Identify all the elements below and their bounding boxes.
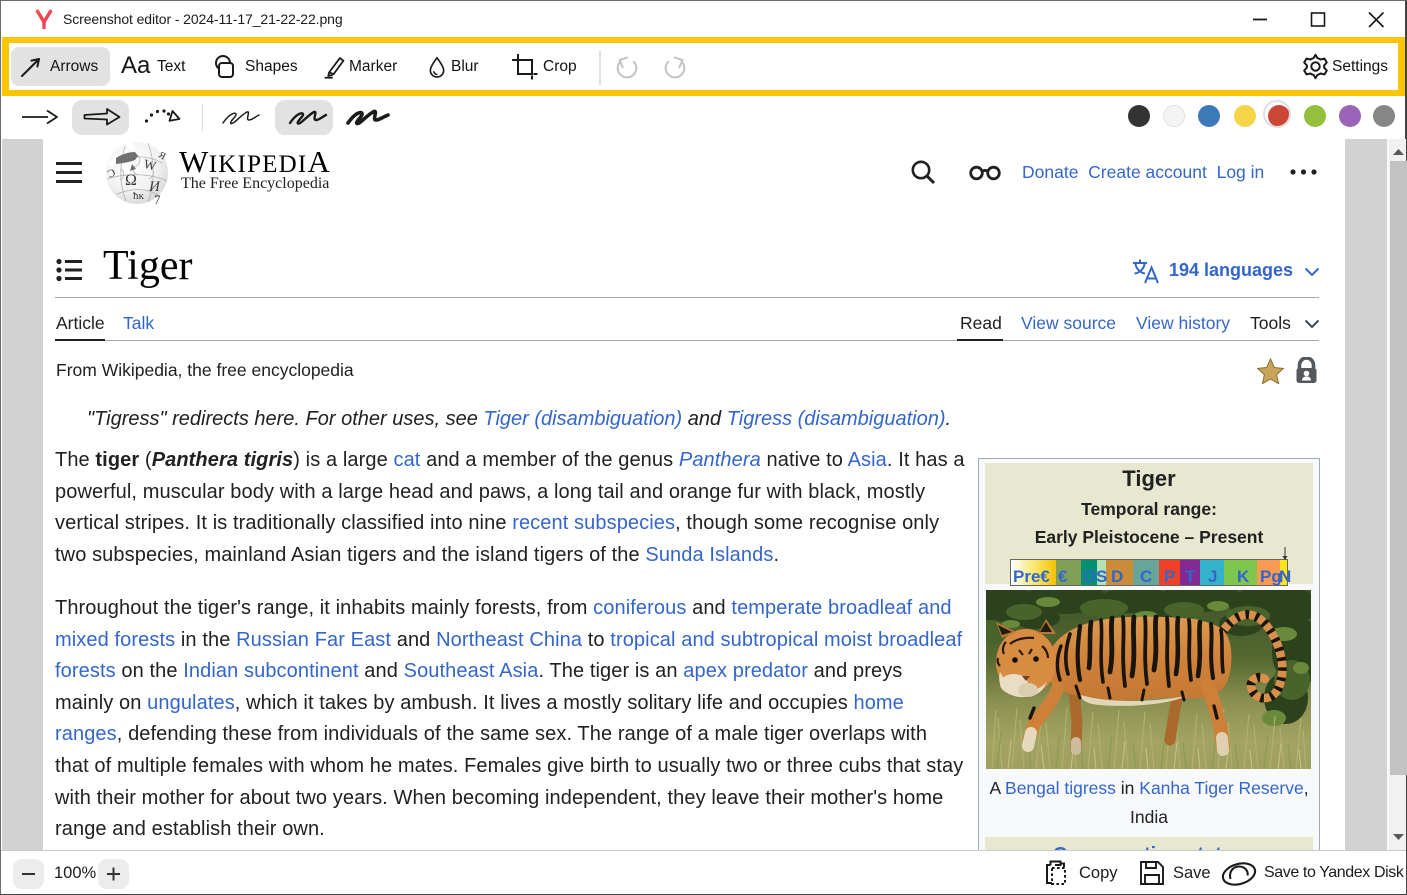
svg-text:Ω: Ω: [125, 172, 137, 189]
svg-text:7: 7: [154, 192, 161, 205]
svg-text:ħĸ: ħĸ: [133, 190, 145, 202]
